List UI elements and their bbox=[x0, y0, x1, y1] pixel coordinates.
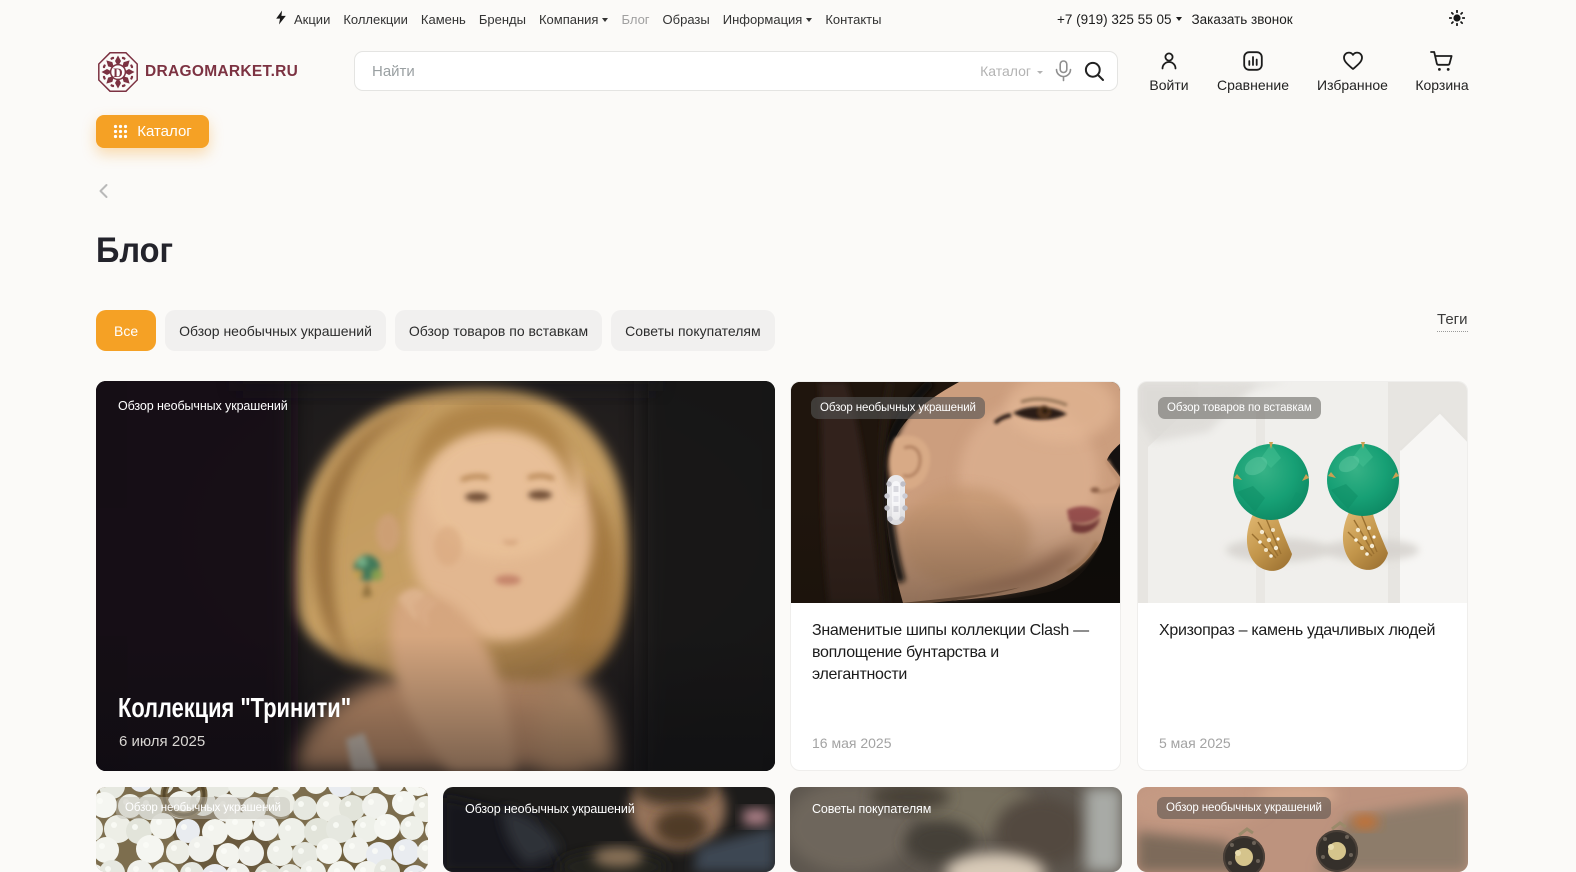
svg-text:D: D bbox=[113, 65, 122, 80]
